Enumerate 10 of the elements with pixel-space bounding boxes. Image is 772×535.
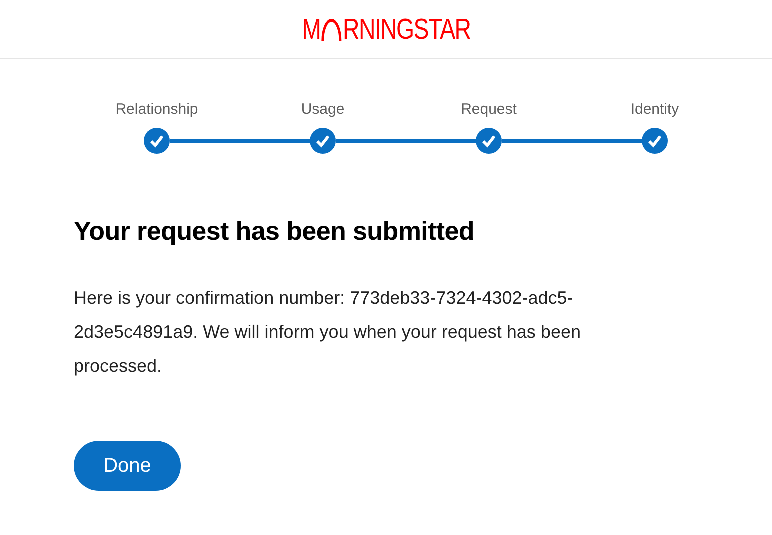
confirmation-message: Here is your confirmation number: 773deb33-7324-4302-adc5-2d3e5c4891a9. We will inform you when your request has been processed. <box>74 287 582 378</box>
step-label: Request <box>461 100 517 120</box>
step-label: Usage <box>301 100 345 120</box>
step-label: Relationship <box>116 100 198 120</box>
logo-text: RNINGSTAR <box>342 16 470 44</box>
logo-text: M <box>302 16 320 44</box>
step-label: Identity <box>630 100 680 120</box>
done-button[interactable]: Done <box>74 441 181 491</box>
page-title: Your request has been submitted <box>74 216 476 247</box>
logo-arc-icon <box>321 19 342 41</box>
